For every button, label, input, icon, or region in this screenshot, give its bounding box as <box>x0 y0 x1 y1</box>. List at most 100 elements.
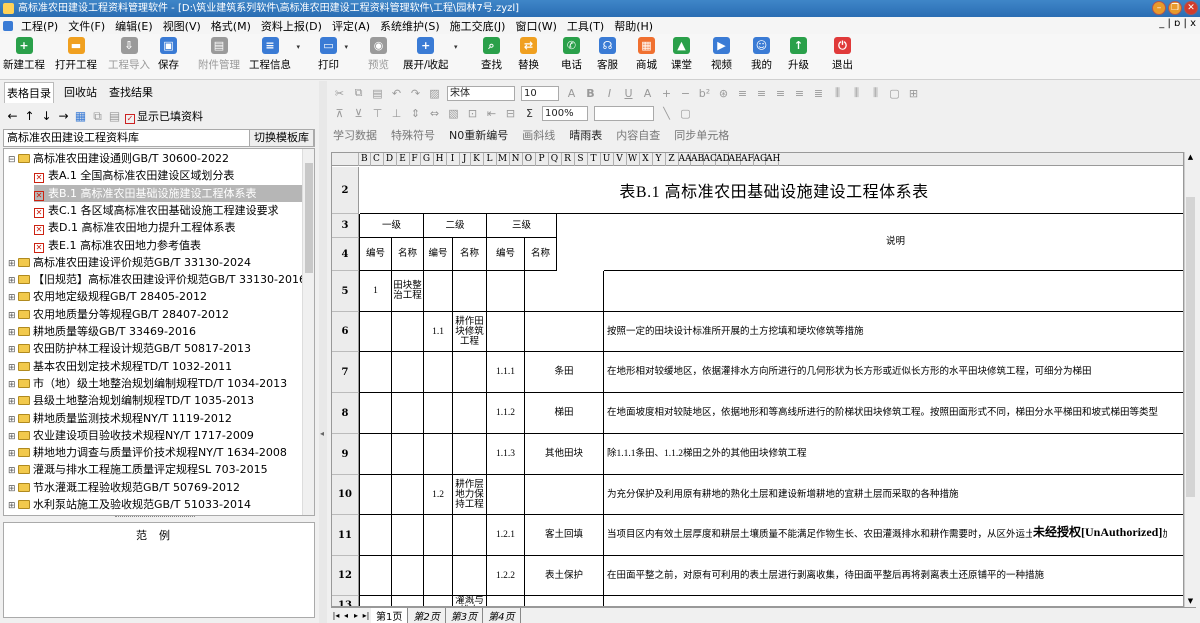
col-width-icon[interactable]: ⇔ <box>428 107 441 120</box>
column-header-cell[interactable]: AA <box>679 153 692 166</box>
column-header-cell[interactable]: AH <box>766 153 780 166</box>
table-cell[interactable] <box>392 352 424 393</box>
row-header-cell[interactable]: 9 <box>332 434 359 475</box>
vertical-align-icon[interactable]: ⫼ <box>831 86 844 100</box>
move-down-icon[interactable]: ↓ <box>40 109 53 123</box>
column-header-cell[interactable]: E <box>397 153 410 166</box>
cut-icon[interactable]: ✂ <box>333 87 346 100</box>
store-button[interactable]: ▦ 商城 <box>636 37 657 72</box>
header-level1[interactable]: 一级 <box>360 214 424 238</box>
scroll-down-icon[interactable]: ▼ <box>1185 596 1196 607</box>
table-cell[interactable] <box>453 352 487 393</box>
row-header-cell[interactable]: 5 <box>332 271 359 312</box>
phone-button[interactable]: ✆ 电话 <box>561 37 582 72</box>
mdi-controls[interactable]: _ | ɒ | x <box>1159 18 1196 29</box>
menu-item[interactable]: 视图(V) <box>158 18 206 34</box>
row-header-cell[interactable]: 13 <box>332 596 359 606</box>
table-cell[interactable]: 其他田块 <box>525 434 604 475</box>
table-cell[interactable]: 1.1 <box>424 312 453 352</box>
tab-recycle-bin[interactable]: 回收站 <box>62 82 99 102</box>
customer-service-button[interactable]: ☊ 客服 <box>597 37 618 72</box>
table-cell[interactable] <box>525 596 604 606</box>
row-header-cell[interactable]: 2 <box>332 167 359 214</box>
undo-icon[interactable]: ↶ <box>390 87 403 100</box>
grid-view-icon[interactable]: ▦ <box>74 109 87 123</box>
format-painter-icon[interactable]: ▨ <box>428 87 441 100</box>
table-cell[interactable] <box>424 352 453 393</box>
table-cell[interactable]: 条田 <box>525 352 604 393</box>
header-number[interactable]: 编号 <box>424 238 453 271</box>
column-header-cell[interactable]: AB <box>691 153 704 166</box>
menu-item[interactable]: 工程(P) <box>16 18 63 34</box>
prev-sheet-icon[interactable]: ◂ <box>341 611 351 620</box>
menu-item[interactable]: 资料上报(D) <box>256 18 327 34</box>
row-header-cell[interactable]: 11 <box>332 515 359 556</box>
table-cell[interactable]: 1 <box>360 271 392 312</box>
table-cell[interactable] <box>487 596 525 606</box>
table-cell[interactable] <box>453 515 487 556</box>
delete-col-icon[interactable]: ⊥ <box>390 107 403 120</box>
align-right-icon[interactable]: ≡ <box>774 87 787 100</box>
table-cell[interactable] <box>604 596 1183 606</box>
header-number[interactable]: 编号 <box>360 238 392 271</box>
table-cell[interactable]: 1.1.1 <box>487 352 525 393</box>
move-right-icon[interactable]: → <box>57 109 70 123</box>
column-header-cell[interactable]: N <box>510 153 523 166</box>
tree-table-item[interactable]: ✕ 表B.1 高标准农田基础设施建设工程体系表 <box>34 184 302 202</box>
table-cell[interactable]: 按照一定的田块设计标准所开展的土方挖填和埂坎修筑等措施 <box>604 312 1183 352</box>
column-header-cell[interactable]: AF <box>741 153 754 166</box>
table-cell[interactable] <box>453 271 487 312</box>
paste-icon[interactable]: ▤ <box>371 87 384 100</box>
table-cell[interactable]: 梯田 <box>525 393 604 434</box>
open-project-button[interactable]: ▬ 打开工程 <box>55 37 97 72</box>
draw-diagonal-button[interactable]: 画斜线 <box>522 127 555 143</box>
column-header-cell[interactable]: D <box>384 153 397 166</box>
redo-icon[interactable]: ↷ <box>409 87 422 100</box>
table-cell[interactable] <box>453 556 487 596</box>
row-header-cell[interactable]: 12 <box>332 556 359 596</box>
table-cell[interactable] <box>424 393 453 434</box>
spreadsheet-grid[interactable]: B C D E F G H I J K L M N O P Q R S T U V W X Y Z AA AB AC AD AE AF AG A… <box>331 152 1184 607</box>
delete-row-icon[interactable]: ⊻ <box>352 107 365 120</box>
insert-row-icon[interactable]: ⊼ <box>333 107 346 120</box>
underline-icon[interactable]: U <box>622 87 635 100</box>
tree-folder-item[interactable]: ⊞ 高标准农田建设评价规范GB/T 33130-2024 <box>8 254 251 271</box>
bold-icon[interactable]: B <box>584 87 597 100</box>
tree-folder-item[interactable]: ⊞ 灌溉与排水工程施工质量评定规程SL 703-2015 <box>8 461 268 478</box>
header-level3[interactable]: 三级 <box>487 214 557 238</box>
table-cell[interactable] <box>604 271 1183 312</box>
last-sheet-icon[interactable]: ▸| <box>361 611 371 620</box>
grid-vertical-scrollbar[interactable]: ▲ ▼ <box>1184 152 1196 607</box>
tree-folder-item[interactable]: ⊞ 市（地）级土地整治规划编制规程TD/T 1034-2013 <box>8 375 287 392</box>
save-button[interactable]: ▣ 保存 <box>158 37 179 72</box>
table-cell[interactable] <box>392 434 424 475</box>
column-header-cell[interactable]: Z <box>666 153 679 166</box>
menu-item[interactable]: 文件(F) <box>63 18 110 34</box>
tree-folder-item[interactable]: ⊞ 农用地质量分等规程GB/T 28407-2012 <box>8 306 229 323</box>
table-cell[interactable] <box>360 434 392 475</box>
panel-splitter[interactable]: ◂ <box>319 81 327 623</box>
header-number[interactable]: 编号 <box>487 238 525 271</box>
table-cell[interactable] <box>360 352 392 393</box>
tab-search-results[interactable]: 查找结果 <box>107 82 155 102</box>
sheet-tab[interactable]: 第3页 <box>445 608 484 623</box>
classroom-button[interactable]: ▲ 课堂 <box>671 37 692 72</box>
tree-table-item[interactable]: ✕ 表E.1 高标准农田地力参考值表 <box>34 237 201 254</box>
vertical-center-icon[interactable]: ⫼ <box>850 86 863 100</box>
tree-table-item[interactable]: ✕ 表D.1 高标准农田地力提升工程体系表 <box>34 219 235 236</box>
table-cell[interactable]: 1.1.2 <box>487 393 525 434</box>
user-button[interactable]: ☺ 我的 <box>751 37 772 72</box>
merge-icon[interactable]: ▢ <box>888 87 901 100</box>
column-header-cell[interactable]: S <box>575 153 588 166</box>
row-header-cell[interactable]: 10 <box>332 475 359 515</box>
dropdown-caret-icon[interactable]: ▾ <box>296 43 300 51</box>
menu-item[interactable]: 编辑(E) <box>110 18 158 34</box>
scroll-up-icon[interactable]: ▲ <box>1185 152 1196 163</box>
table-cell[interactable] <box>424 556 453 596</box>
header-level2[interactable]: 二级 <box>424 214 487 238</box>
table-cell[interactable] <box>525 271 604 312</box>
column-header-cell[interactable]: Y <box>653 153 666 166</box>
table-cell[interactable]: 耕作田块修筑工程 <box>453 312 487 352</box>
column-header-cell[interactable]: I <box>447 153 460 166</box>
table-cell[interactable]: 1.2 <box>424 475 453 515</box>
